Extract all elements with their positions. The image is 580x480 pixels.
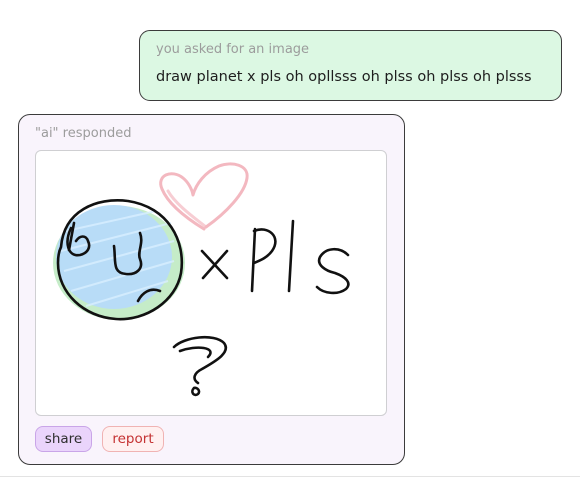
user-message-bubble: you asked for an image draw planet x pls… <box>139 30 562 101</box>
user-message-caption: you asked for an image <box>156 42 310 57</box>
user-message-text: draw planet x pls oh opllsss oh plss oh … <box>156 69 532 85</box>
planet-doodle <box>53 199 185 321</box>
hand-drawn-planet-x-image <box>53 162 350 397</box>
bottom-divider <box>0 476 580 477</box>
ai-response-caption: "ai" responded <box>35 126 132 141</box>
share-button[interactable]: share <box>35 426 92 452</box>
generated-image[interactable] <box>35 150 387 416</box>
question-mark-doodle <box>172 335 228 397</box>
heart-icon <box>159 162 249 231</box>
ai-response-card: "ai" responded share report <box>18 114 405 465</box>
report-button[interactable]: report <box>102 426 164 452</box>
